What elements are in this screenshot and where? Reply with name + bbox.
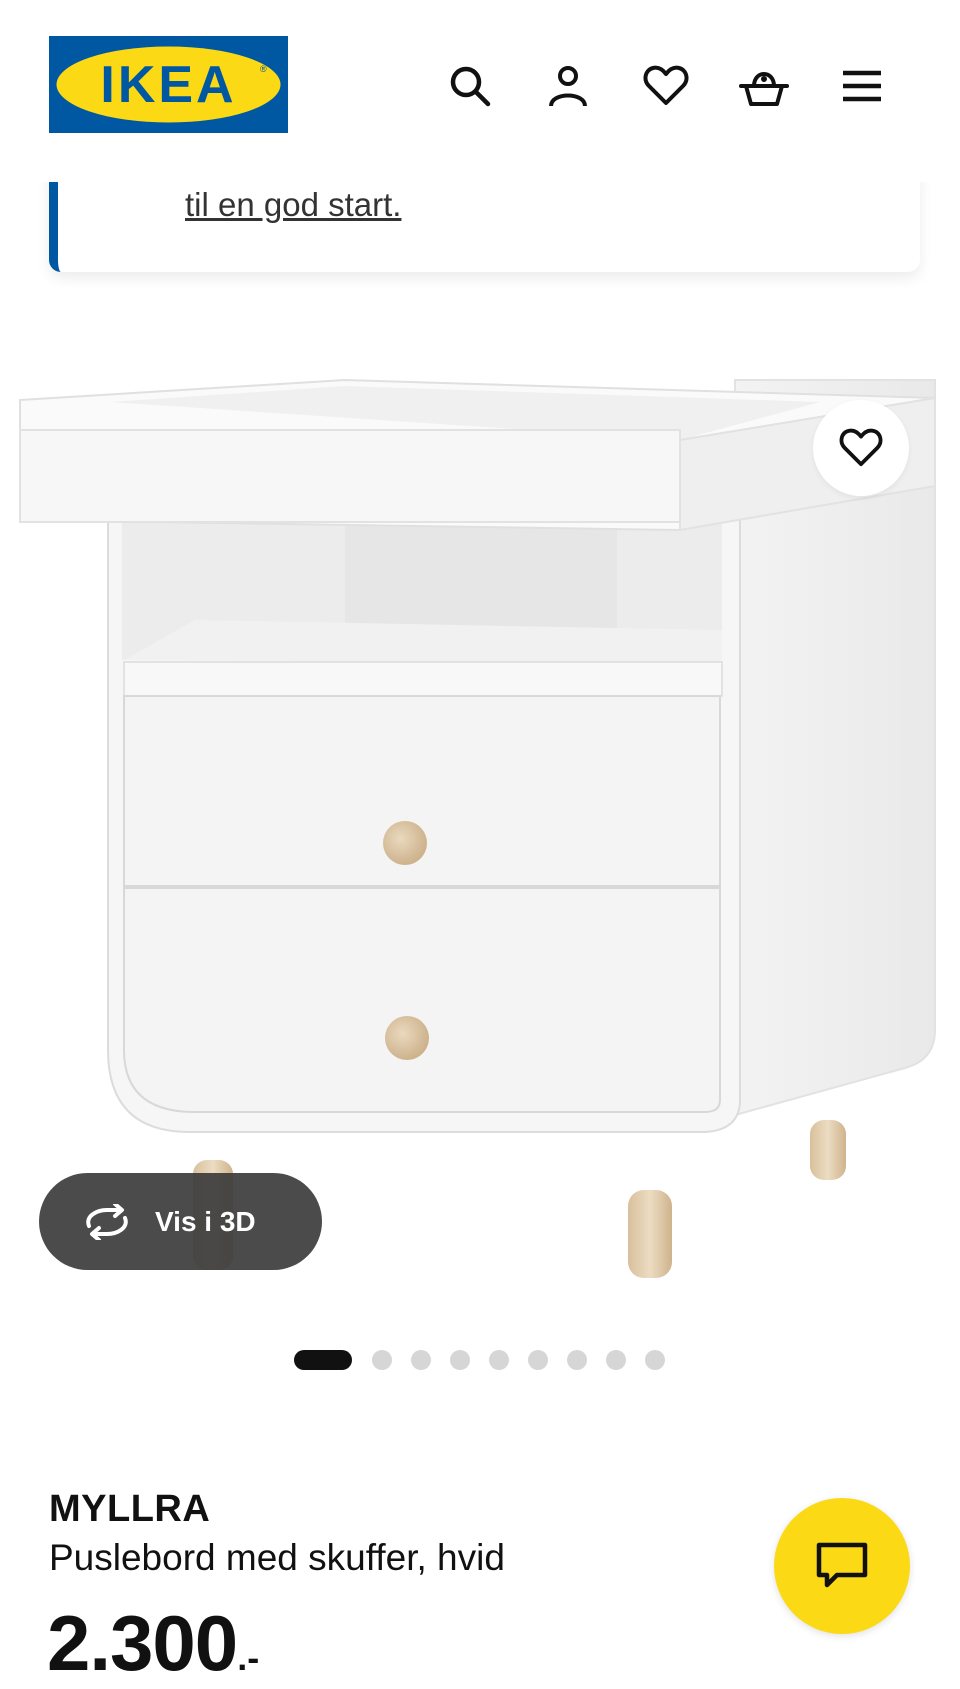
banner-link[interactable]: til en god start.	[185, 186, 401, 224]
favorites-icon[interactable]	[638, 58, 694, 114]
profile-icon[interactable]	[540, 58, 596, 114]
info-banner: til en god start.	[49, 168, 920, 272]
carousel-dot-6[interactable]	[528, 1350, 548, 1370]
carousel-dot-7[interactable]	[567, 1350, 587, 1370]
price-suffix: .-	[237, 1637, 260, 1678]
ikea-logo[interactable]: IKEA ®	[49, 36, 288, 133]
menu-icon[interactable]	[834, 58, 890, 114]
carousel-dot-1[interactable]	[294, 1350, 352, 1370]
carousel-dot-9[interactable]	[645, 1350, 665, 1370]
price-main: 2.300	[47, 1599, 238, 1687]
carousel-dot-3[interactable]	[411, 1350, 431, 1370]
rotate-3d-icon	[86, 1203, 128, 1240]
product-price: 2.300.-	[47, 1598, 259, 1689]
add-to-favorites-button[interactable]	[813, 400, 909, 496]
view-in-3d-label: Vis i 3D	[155, 1205, 256, 1237]
carousel-dot-4[interactable]	[450, 1350, 470, 1370]
product-name: MYLLRA	[49, 1488, 211, 1530]
carousel-dot-2[interactable]	[372, 1350, 392, 1370]
carousel-dot-5[interactable]	[489, 1350, 509, 1370]
heart-icon	[839, 428, 883, 467]
search-icon[interactable]	[442, 58, 498, 114]
svg-text:®: ®	[260, 64, 267, 74]
chat-button[interactable]	[774, 1498, 910, 1634]
site-header: IKEA ®	[0, 0, 960, 182]
view-in-3d-button[interactable]: Vis i 3D	[39, 1173, 322, 1270]
basket-icon[interactable]	[736, 58, 792, 114]
carousel-dot-8[interactable]	[606, 1350, 626, 1370]
chat-bubble-icon	[816, 1542, 868, 1588]
product-description: Puslebord med skuffer, hvid	[49, 1537, 505, 1578]
logo-text: IKEA	[100, 56, 236, 114]
image-carousel-indicator	[0, 1348, 960, 1372]
